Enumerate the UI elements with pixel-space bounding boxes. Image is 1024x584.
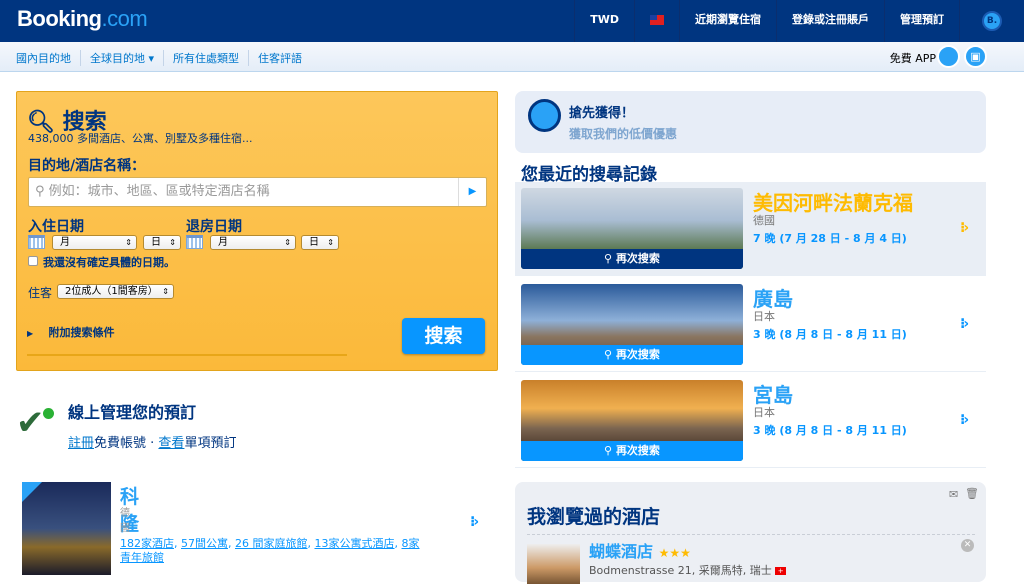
taiwan-flag-icon bbox=[650, 15, 664, 25]
manage-booking-button[interactable]: 管理預訂 bbox=[884, 0, 959, 42]
no-dates-label: 我還沒有確定具體的日期。 bbox=[43, 256, 175, 269]
nav-property-types[interactable]: 所有住處類型 bbox=[163, 50, 248, 66]
hotel-address: Bodmenstrasse 21, 采爾馬特, 瑞士 + bbox=[589, 562, 787, 578]
divider bbox=[527, 534, 975, 535]
checkout-day-select[interactable]: 日 bbox=[301, 235, 339, 250]
search-again-button[interactable]: ⚲ 再次搜索 bbox=[521, 249, 743, 269]
property-count: 438,000 多間酒店、公寓、別墅及多種住宿... bbox=[28, 132, 253, 145]
logo-suffix: .com bbox=[101, 6, 148, 31]
manage-title: 線上管理您的預訂 bbox=[68, 403, 197, 422]
recent-country: 日本 bbox=[753, 310, 775, 323]
deal-bird-icon bbox=[528, 99, 561, 132]
recent-dates: 3 晚 (8 月 8 日 - 8 月 11 日) bbox=[753, 424, 907, 437]
city-country: 德國 bbox=[120, 508, 130, 534]
recent-search-item[interactable]: ⚲ 再次搜索 廣島 日本 3 晚 (8 月 8 日 - 8 月 11 日) ⁝› bbox=[515, 278, 986, 372]
chevron-right-icon[interactable]: ⁝› bbox=[960, 220, 969, 236]
destination-input[interactable]: ⚲ 例如：城市、地區、區或特定酒店名稱 ▶ bbox=[28, 177, 487, 207]
checkout-calendar-icon[interactable] bbox=[186, 235, 203, 249]
checkout-label: 退房日期 bbox=[186, 219, 242, 235]
deal-title: 搶先獲得！ bbox=[569, 106, 635, 121]
search-again-button[interactable]: ⚲ 再次搜索 bbox=[521, 441, 743, 461]
destination-label: 目的地/酒店名稱： bbox=[28, 158, 146, 174]
apple-icon[interactable] bbox=[937, 45, 960, 68]
triangle-right-icon: ▶ bbox=[27, 329, 34, 338]
search-again-label: 再次搜索 bbox=[615, 348, 660, 361]
recent-search-item[interactable]: ⚲ 再次搜索 宮島 日本 3 晚 (8 月 8 日 - 8 月 11 日) ⁝› bbox=[515, 374, 986, 468]
android-icon[interactable]: ▣ bbox=[964, 45, 987, 68]
chevron-right-icon[interactable]: ⁝› bbox=[960, 412, 969, 428]
green-dot-icon bbox=[43, 408, 54, 419]
guests-select[interactable]: 2位成人（1間客房） bbox=[57, 284, 174, 299]
checkin-day-select[interactable]: 日 bbox=[143, 235, 181, 250]
booking-logo[interactable]: Booking.com bbox=[17, 6, 148, 32]
more-options-toggle[interactable]: ▶ 附加搜索條件 bbox=[27, 324, 347, 356]
guesthouses-link[interactable]: 26 間家庭旅館 bbox=[235, 537, 308, 550]
search-again-label: 再次搜索 bbox=[615, 444, 660, 457]
currency-button[interactable]: TWD bbox=[574, 0, 634, 42]
recent-dates: 3 晚 (8 月 8 日 - 8 月 11 日) bbox=[753, 328, 907, 341]
login-register-button[interactable]: 登錄或注冊賬戶 bbox=[776, 0, 884, 42]
register-link[interactable]: 註冊 bbox=[68, 436, 94, 451]
logo-text: Booking bbox=[17, 6, 102, 31]
free-app-label: 免費 APP bbox=[889, 52, 936, 65]
apartments-link[interactable]: 57間公寓 bbox=[181, 537, 228, 550]
checkout-month-select[interactable]: 月 bbox=[210, 235, 296, 250]
hotel-name[interactable]: 蝴蝶酒店 bbox=[589, 542, 653, 561]
hotel-thumbnail[interactable] bbox=[527, 544, 580, 584]
recently-viewed-button[interactable]: 近期瀏覽住宿 bbox=[679, 0, 776, 42]
location-pin-icon: B. bbox=[982, 11, 1002, 31]
single-booking-text: 單項預訂 bbox=[184, 436, 237, 451]
chevron-right-icon[interactable]: ⁝› bbox=[470, 514, 479, 530]
recent-search-item[interactable]: ⚲ 再次搜索 美因河畔法蘭克福 德國 7 晚 (7 月 28 日 - 8 月 4… bbox=[515, 182, 986, 276]
guests-label: 住客 bbox=[28, 286, 53, 300]
deal-subtitle: 獲取我們的低價優惠 bbox=[569, 127, 678, 141]
nav-global[interactable]: 全球目的地 ▾ bbox=[80, 50, 163, 66]
checkmark-icon: ✔ bbox=[16, 403, 45, 443]
free-account-text: 免費帳號 · bbox=[94, 436, 159, 451]
more-options-label: 附加搜索條件 bbox=[48, 326, 115, 339]
search-button[interactable]: 搜索 bbox=[402, 318, 485, 354]
search-again-button[interactable]: ⚲ 再次搜索 bbox=[521, 345, 743, 365]
chevron-right-icon[interactable]: ⁝› bbox=[960, 316, 969, 332]
hotels-link[interactable]: 182家酒店 bbox=[120, 537, 174, 550]
email-icon[interactable]: ✉ bbox=[949, 488, 958, 501]
checkin-calendar-icon[interactable] bbox=[28, 235, 45, 249]
remove-icon[interactable]: ✕ bbox=[961, 539, 974, 552]
cologne-image[interactable] bbox=[22, 482, 111, 575]
search-again-label: 再次搜索 bbox=[615, 252, 660, 265]
trash-icon[interactable]: 🗑︎ bbox=[965, 487, 979, 500]
language-button[interactable] bbox=[634, 0, 679, 42]
city-links: 182家酒店, 57間公寓, 26 間家庭旅館, 13家公寓式酒店, 8家青年旅… bbox=[120, 537, 420, 564]
top-header: Booking.com TWD 近期瀏覽住宿 登錄或注冊賬戶 管理預訂 B. bbox=[0, 0, 1024, 42]
frankfurt-image: ⚲ 再次搜索 bbox=[521, 188, 743, 269]
search-box: 🔍︎ 搜索 438,000 多間酒店、公寓、別墅及多種住宿... 目的地/酒店名… bbox=[16, 91, 498, 371]
checkin-month-select[interactable]: 月 bbox=[52, 235, 137, 250]
secondary-nav: 國內目的地 全球目的地 ▾ 所有住處類型 住客評語 免費 APP ▣ bbox=[0, 42, 1024, 72]
star-rating: ★★★ bbox=[658, 546, 691, 560]
nav-reviews[interactable]: 住客評語 bbox=[248, 50, 311, 66]
aparthotels-link[interactable]: 13家公寓式酒店 bbox=[315, 537, 395, 550]
destination-placeholder: 例如：城市、地區、區或特定酒店名稱 bbox=[48, 184, 270, 199]
no-dates-checkbox[interactable] bbox=[28, 256, 38, 266]
miyajima-image: ⚲ 再次搜索 bbox=[521, 380, 743, 461]
hotel-address-text: Bodmenstrasse 21, 采爾馬特, 瑞士 bbox=[589, 564, 772, 577]
recent-country: 德國 bbox=[753, 214, 775, 227]
booking-pin-button[interactable]: B. bbox=[959, 0, 1024, 42]
recent-country: 日本 bbox=[753, 406, 775, 419]
search-small-icon: ⚲ bbox=[35, 184, 49, 199]
hiroshima-image: ⚲ 再次搜索 bbox=[521, 284, 743, 365]
viewed-hotels-panel: ✉ 🗑︎ 我瀏覽過的酒店 蝴蝶酒店 ★★★ Bodmenstrasse 21, … bbox=[515, 482, 986, 584]
recent-dates: 7 晚 (7 月 28 日 - 8 月 4 日) bbox=[753, 232, 907, 245]
nav-domestic[interactable]: 國內目的地 bbox=[16, 50, 80, 66]
viewed-hotels-title: 我瀏覽過的酒店 bbox=[527, 506, 661, 528]
submit-arrow-icon[interactable]: ▶ bbox=[458, 178, 486, 206]
swiss-flag-icon: + bbox=[775, 567, 787, 575]
recent-destination[interactable]: 美因河畔法蘭克福 bbox=[753, 187, 913, 216]
deals-banner[interactable]: 搶先獲得！ 獲取我們的低價優惠 bbox=[515, 91, 986, 153]
view-link[interactable]: 查看 bbox=[158, 436, 184, 451]
checkin-label: 入住日期 bbox=[28, 219, 84, 235]
